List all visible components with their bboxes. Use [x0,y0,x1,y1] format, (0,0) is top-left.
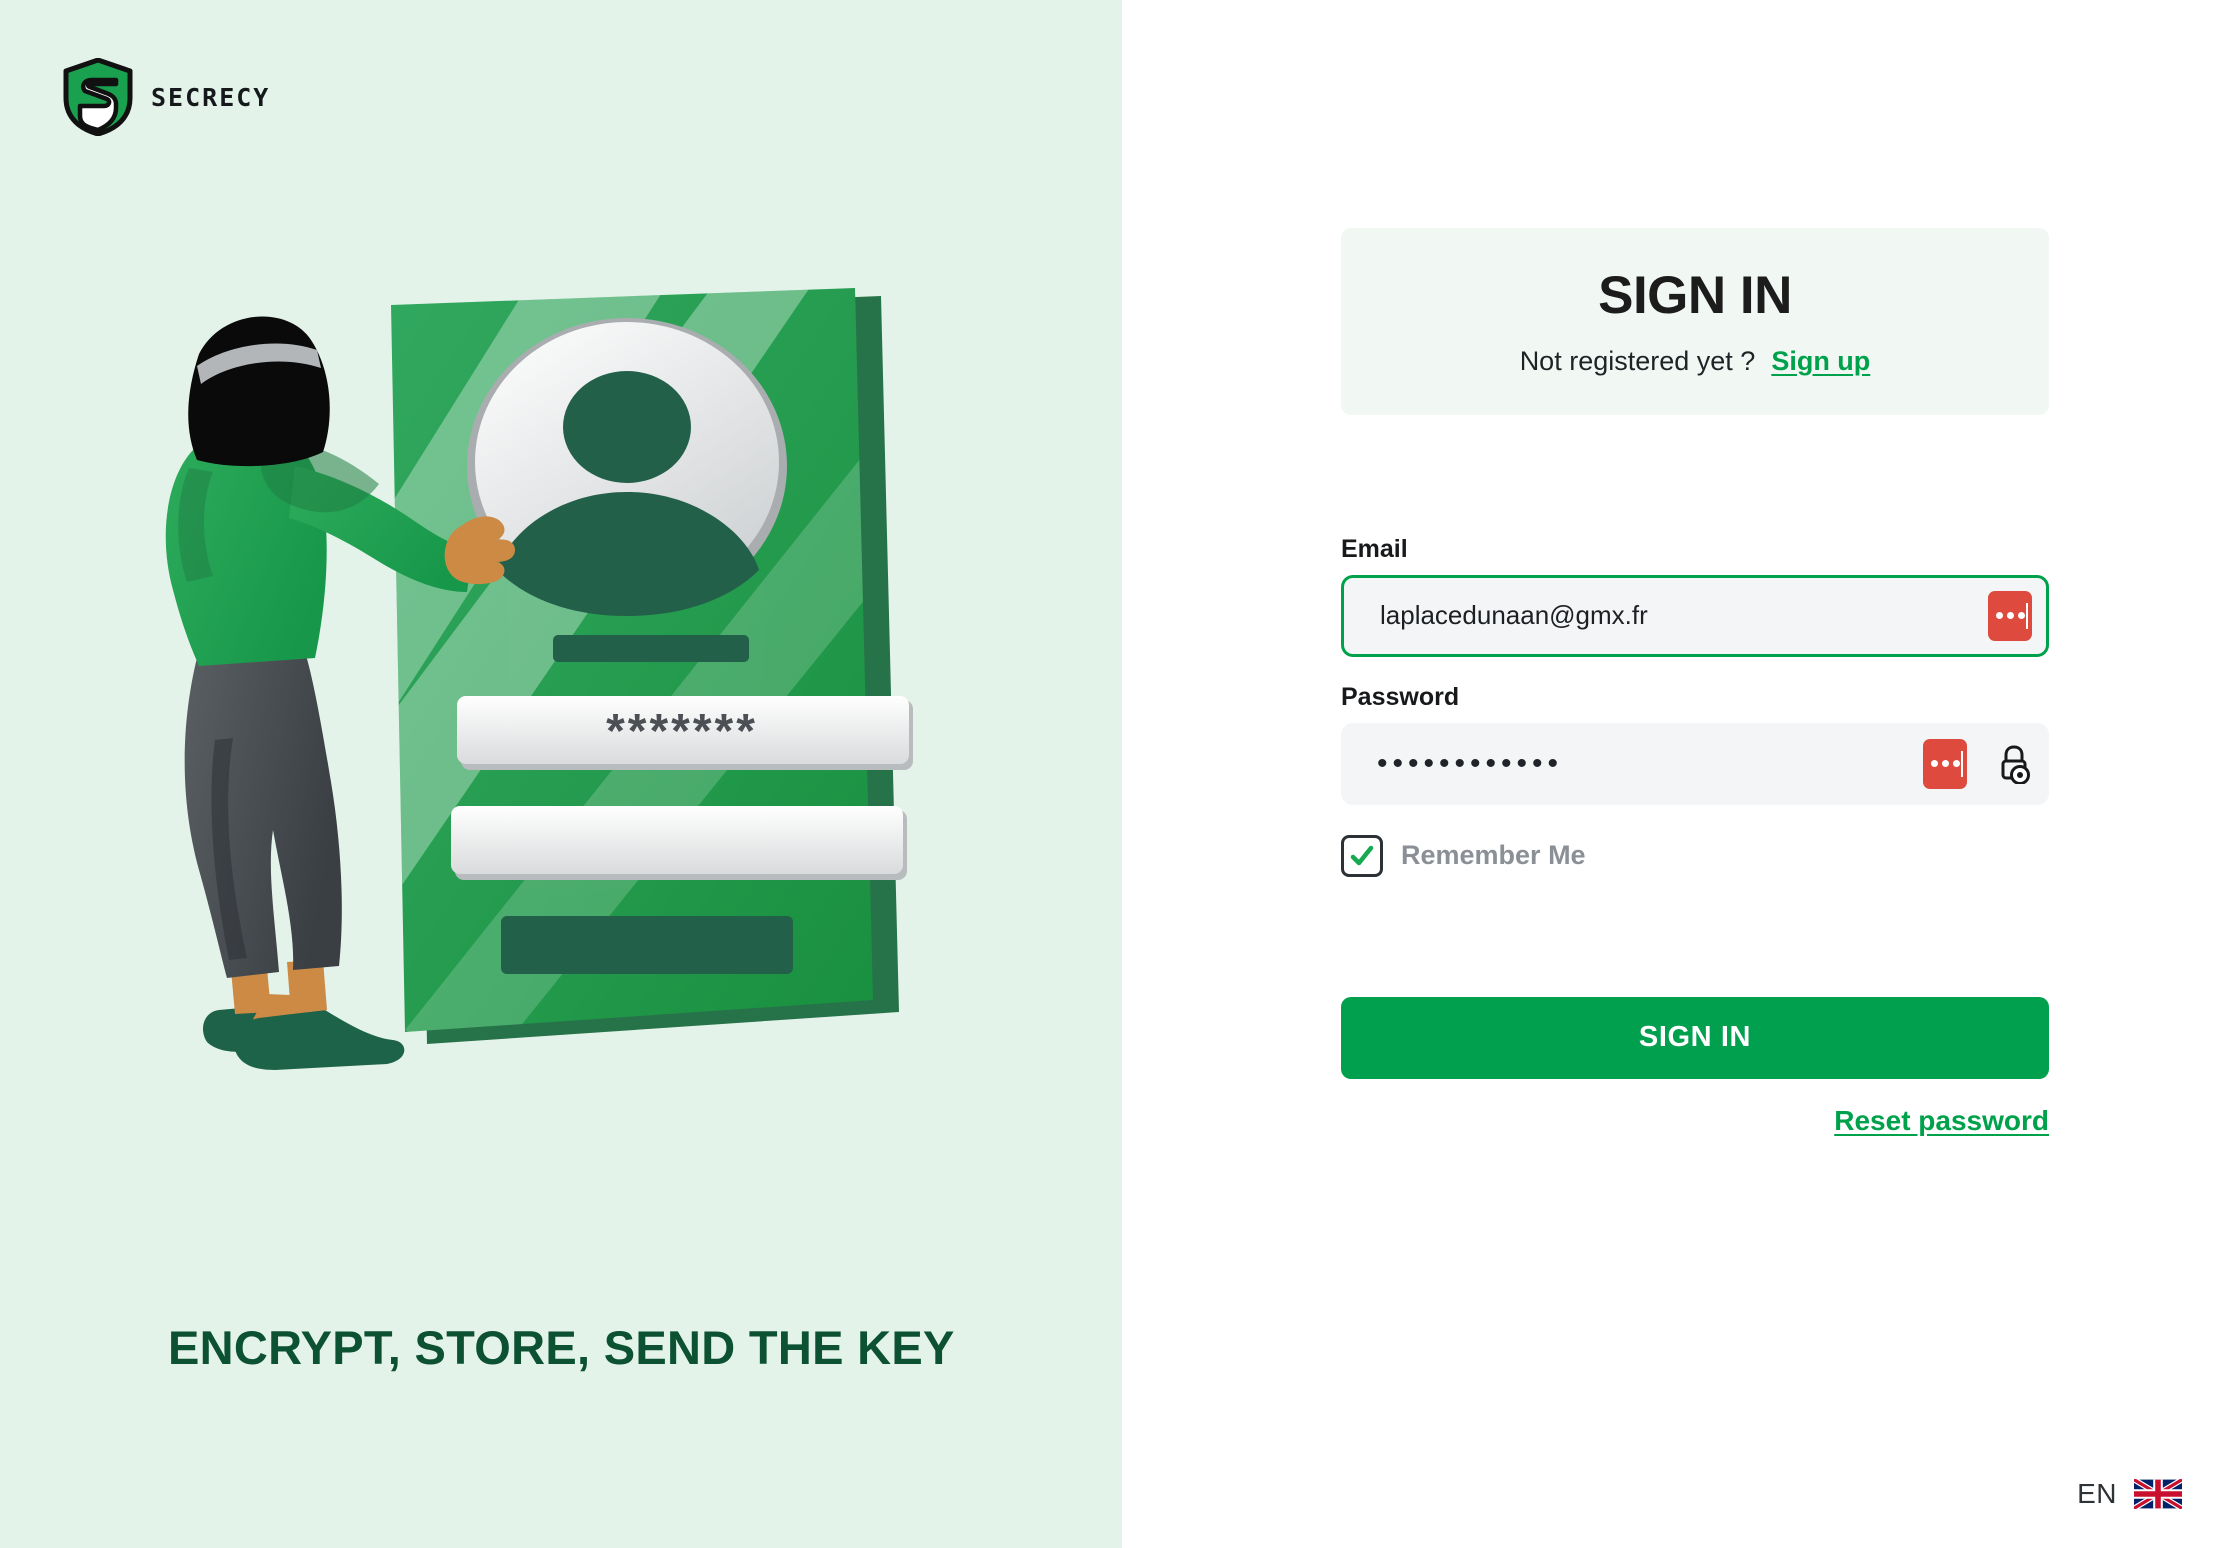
signup-prompt-row: Not registered yet ? Sign up [1351,346,2039,377]
remember-me-label[interactable]: Remember Me [1401,840,1586,871]
sign-in-button[interactable]: SIGN IN [1341,996,2049,1079]
signin-page: SECRECY ******* ENCRYPT, STORE, SEND THE… [0,0,2226,1548]
right-auth-panel: SIGN IN Not registered yet ? Sign up Ema… [1122,0,2226,1548]
email-input[interactable]: laplacedunaan@gmx.fr [1341,574,2049,657]
tagline: ENCRYPT, STORE, SEND THE KEY [168,1321,955,1374]
email-value: laplacedunaan@gmx.fr [1380,600,1648,631]
sign-up-link[interactable]: Sign up [1771,346,1870,377]
left-promo-panel: SECRECY ******* ENCRYPT, STORE, SEND THE… [0,0,1122,1548]
email-field-group: Email laplacedunaan@gmx.fr [1341,535,2049,657]
checkmark-icon [1350,845,1374,865]
brand-name: SECRECY [151,82,271,112]
remember-me-row[interactable]: Remember Me [1341,834,2049,877]
lock-eye-reveal-icon[interactable] [1993,741,2035,787]
reset-password-link[interactable]: Reset password [1834,1105,2049,1136]
signin-form: SIGN IN Not registered yet ? Sign up Ema… [1341,228,2049,1137]
svg-text:*******: ******* [606,705,758,758]
password-field-group: Password •••••••••••• [1341,683,2049,805]
shield-s-logo-icon [62,58,134,136]
remember-me-checkbox[interactable] [1341,834,1383,877]
reset-password-row: Reset password [1341,1105,2049,1137]
email-label: Email [1341,534,1408,563]
password-input[interactable]: •••••••••••• [1341,722,2049,805]
password-manager-icon[interactable] [1988,590,2032,641]
page-title: SIGN IN [1598,266,1792,325]
uk-flag-icon [2134,1479,2182,1509]
language-code: EN [2077,1478,2117,1509]
password-label: Password [1341,682,1460,711]
person-at-login-card-illustration: ******* [155,270,975,1100]
signin-header-card: SIGN IN Not registered yet ? Sign up [1341,228,2049,415]
password-value: •••••••••••• [1377,746,1564,780]
password-manager-icon[interactable] [1923,738,1967,789]
signup-prompt-text: Not registered yet ? [1519,345,1756,376]
language-switcher[interactable]: EN [2077,1478,2182,1510]
brand-logo-group: SECRECY [62,58,270,136]
